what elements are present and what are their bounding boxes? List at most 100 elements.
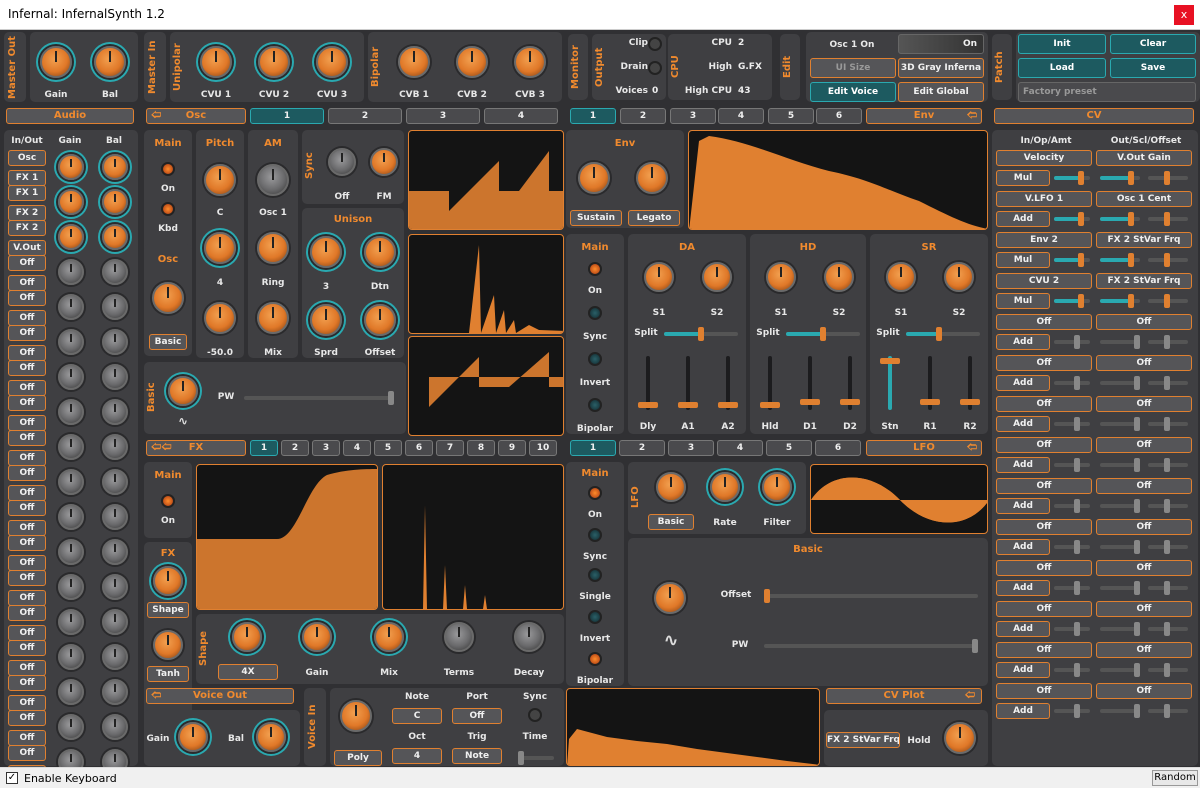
- audio-route-output[interactable]: Off: [8, 590, 46, 606]
- fx-tanh-button[interactable]: Tanh: [147, 666, 189, 682]
- voice-out-bal-knob[interactable]: [256, 722, 286, 752]
- audio-route-input[interactable]: Off: [8, 430, 46, 446]
- fx-tab[interactable]: 2: [281, 440, 309, 456]
- audio-gain-knob[interactable]: [58, 364, 84, 390]
- env-sync-led[interactable]: [588, 306, 602, 320]
- cv-scale-slider[interactable]: [1100, 458, 1140, 472]
- osc-tab-2[interactable]: 2: [328, 108, 402, 124]
- voice-out-tab[interactable]: 🢢 Voice Out: [146, 688, 294, 704]
- osc-basic-button[interactable]: Basic: [149, 334, 187, 350]
- audio-route-output[interactable]: Off: [8, 730, 46, 746]
- cvb1-knob[interactable]: [398, 46, 430, 78]
- master-bal-knob[interactable]: [94, 46, 126, 78]
- audio-route-input[interactable]: Off: [8, 290, 46, 306]
- cv-amount-slider[interactable]: [1054, 294, 1090, 308]
- fx-terms-knob[interactable]: [444, 622, 474, 652]
- audio-gain-knob[interactable]: [58, 434, 84, 460]
- cv-tab[interactable]: CV: [994, 108, 1194, 124]
- audio-bal-knob[interactable]: [102, 469, 128, 495]
- cv-scale-slider[interactable]: [1100, 581, 1140, 595]
- fx-tab-header[interactable]: 🢠🢠 FX: [146, 440, 246, 456]
- cv-op-field[interactable]: Mul: [996, 252, 1050, 268]
- cv-op-field[interactable]: Add: [996, 662, 1050, 678]
- audio-gain-knob[interactable]: [58, 539, 84, 565]
- lfo-rate-knob[interactable]: [710, 472, 740, 502]
- cv-op-field[interactable]: Add: [996, 580, 1050, 596]
- cv-offset-slider[interactable]: [1148, 581, 1188, 595]
- cv-plot-hold-knob[interactable]: [944, 722, 976, 754]
- voice-in-time-slider[interactable]: [518, 751, 554, 765]
- am-source-knob[interactable]: [257, 164, 289, 196]
- lfo-bipolar-led[interactable]: [588, 652, 602, 666]
- env-bipolar-led[interactable]: [588, 398, 602, 412]
- cv-offset-slider[interactable]: [1148, 335, 1188, 349]
- cv-amount-slider[interactable]: [1054, 253, 1090, 267]
- voice-in-note-field[interactable]: C: [392, 708, 442, 724]
- env-split-slider[interactable]: [664, 327, 738, 341]
- lfo-tab[interactable]: 5: [766, 440, 812, 456]
- cv-amount-slider[interactable]: [1054, 581, 1090, 595]
- lfo-single-led[interactable]: [588, 568, 602, 582]
- cv-amount-slider[interactable]: [1054, 335, 1090, 349]
- cv-input-field[interactable]: V.LFO 1: [996, 191, 1092, 207]
- audio-bal-knob[interactable]: [102, 749, 128, 767]
- audio-bal-knob[interactable]: [102, 154, 128, 180]
- audio-gain-knob[interactable]: [58, 224, 84, 250]
- voice-in-poly-button[interactable]: Poly: [334, 750, 382, 766]
- ui-size-field[interactable]: UI Size: [810, 58, 896, 78]
- audio-bal-knob[interactable]: [102, 364, 128, 390]
- cv-offset-slider[interactable]: [1148, 253, 1188, 267]
- audio-gain-knob[interactable]: [58, 644, 84, 670]
- audio-gain-knob[interactable]: [58, 329, 84, 355]
- fx-decay-knob[interactable]: [514, 622, 544, 652]
- audio-bal-knob[interactable]: [102, 259, 128, 285]
- audio-route-input[interactable]: Off: [8, 675, 46, 691]
- env-s1-knob[interactable]: [886, 262, 916, 292]
- fx-tab[interactable]: 1: [250, 440, 278, 456]
- cv-op-field[interactable]: Add: [996, 539, 1050, 555]
- osc-tab-4[interactable]: 4: [484, 108, 558, 124]
- audio-route-output[interactable]: Off: [8, 310, 46, 326]
- cv-amount-slider[interactable]: [1054, 417, 1090, 431]
- lfo-sync-led[interactable]: [588, 528, 602, 542]
- random-button[interactable]: Random: [1152, 770, 1198, 786]
- cv-amount-slider[interactable]: [1054, 376, 1090, 390]
- audio-route-input[interactable]: Osc: [8, 150, 46, 166]
- osc-kbd-led[interactable]: [161, 202, 175, 216]
- osc-tab-header[interactable]: 🢠 Osc: [146, 108, 246, 124]
- cvu3-knob[interactable]: [316, 46, 348, 78]
- audio-gain-knob[interactable]: [58, 189, 84, 215]
- env-tab-2[interactable]: 2: [620, 108, 666, 124]
- audio-bal-knob[interactable]: [102, 399, 128, 425]
- fx-mix-knob[interactable]: [374, 622, 404, 652]
- cv-output-field[interactable]: Off: [1096, 601, 1192, 617]
- cv-scale-slider[interactable]: [1100, 622, 1140, 636]
- cv-offset-slider[interactable]: [1148, 417, 1188, 431]
- env-tab-3[interactable]: 3: [670, 108, 716, 124]
- audio-gain-knob[interactable]: [58, 609, 84, 635]
- lfo-basic-shape-knob[interactable]: [654, 582, 686, 614]
- cv-input-field[interactable]: Off: [996, 314, 1092, 330]
- audio-bal-knob[interactable]: [102, 714, 128, 740]
- fx-tab[interactable]: 5: [374, 440, 402, 456]
- env-stage-slider[interactable]: [880, 356, 900, 410]
- env-tab-6[interactable]: 6: [816, 108, 862, 124]
- cv-scale-slider[interactable]: [1100, 171, 1140, 185]
- init-button[interactable]: Init: [1018, 34, 1106, 54]
- unison-voices-knob[interactable]: [310, 236, 342, 268]
- env-invert-led[interactable]: [588, 352, 602, 366]
- pw-slider[interactable]: [244, 391, 394, 405]
- cv-op-field[interactable]: Mul: [996, 293, 1050, 309]
- env-stage-slider[interactable]: [638, 356, 658, 410]
- cv-input-field[interactable]: Off: [996, 601, 1092, 617]
- clear-button[interactable]: Clear: [1110, 34, 1196, 54]
- cv-offset-slider[interactable]: [1148, 540, 1188, 554]
- cvu2-knob[interactable]: [258, 46, 290, 78]
- cv-output-field[interactable]: Off: [1096, 396, 1192, 412]
- cv-op-field[interactable]: Mul: [996, 170, 1050, 186]
- cv-output-field[interactable]: V.Out Gain: [1096, 150, 1192, 166]
- audio-gain-knob[interactable]: [58, 574, 84, 600]
- cv-scale-slider[interactable]: [1100, 335, 1140, 349]
- cv-plot-target-field[interactable]: FX 2 StVar Frq: [826, 732, 900, 748]
- cv-output-field[interactable]: Off: [1096, 683, 1192, 699]
